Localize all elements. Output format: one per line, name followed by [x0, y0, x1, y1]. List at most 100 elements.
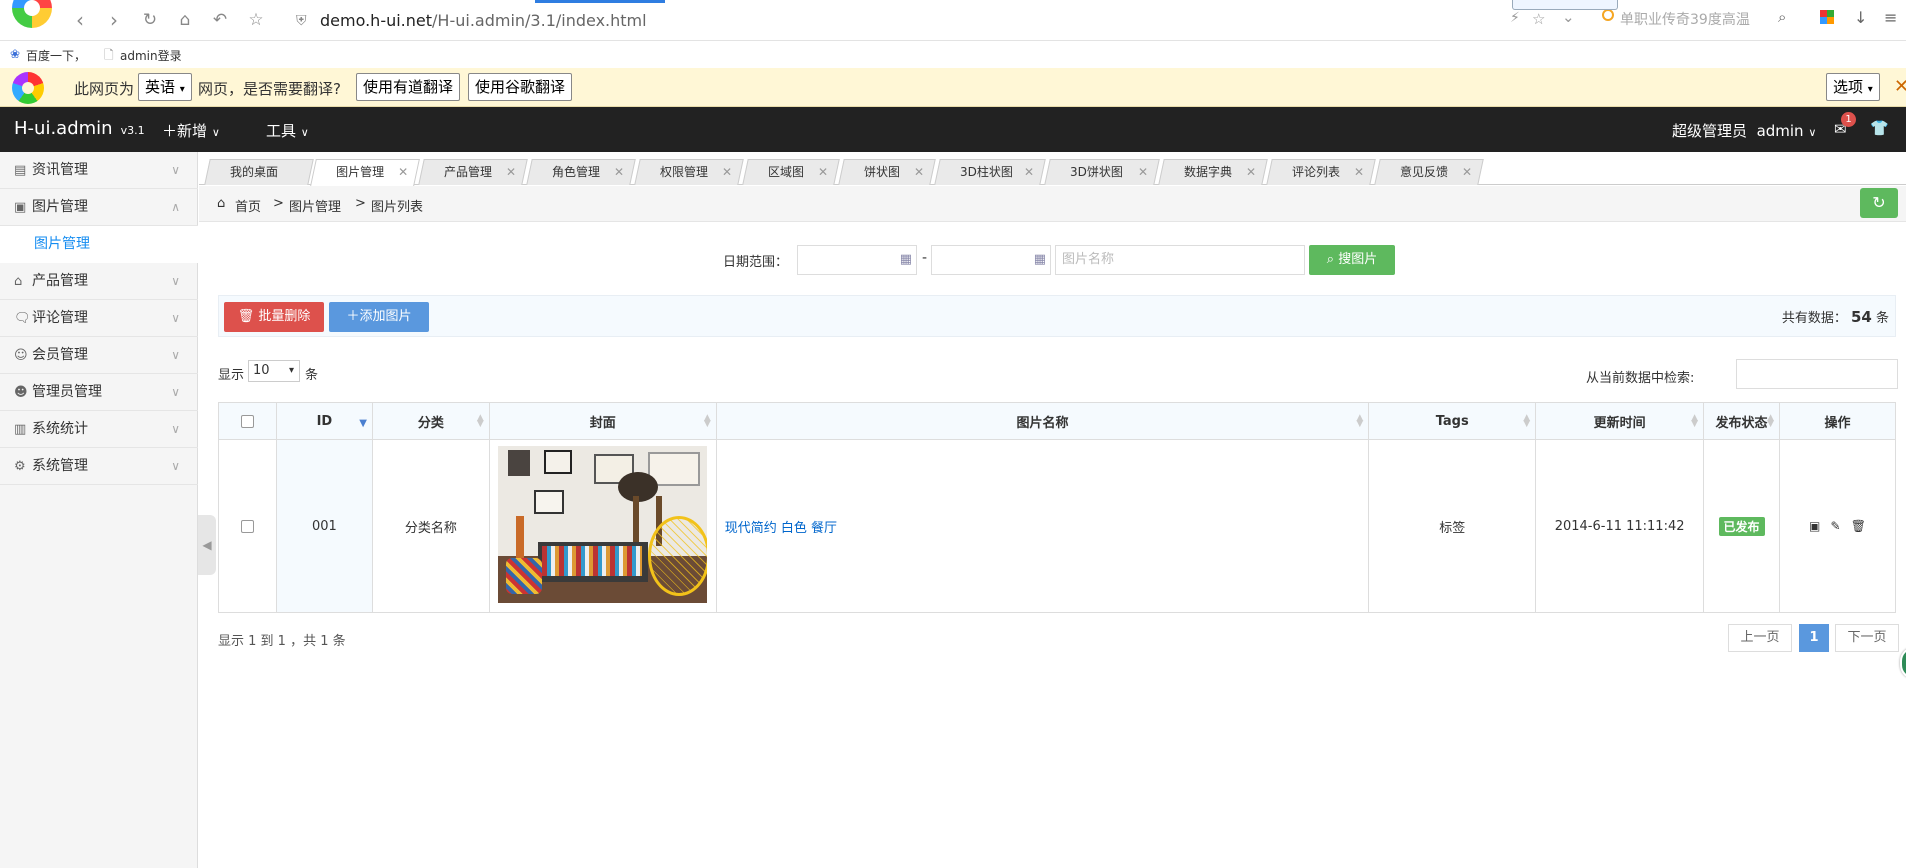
image-name-input[interactable]: 图片名称: [1055, 245, 1305, 275]
address-bar[interactable]: ⛨ demo.h-ui.net/H-ui.admin/3.1/index.htm…: [286, 8, 1506, 34]
col-status[interactable]: 发布状态 ▲ ▼: [1703, 402, 1781, 440]
breadcrumb: ⌂ 首页 > 图片管理 > 图片列表 ↻: [199, 186, 1906, 222]
reload-icon[interactable]: ↻: [138, 8, 162, 32]
image-name-link[interactable]: 现代简约 白色 餐厅: [725, 521, 837, 536]
filter-label: 从当前数据中检索:: [1586, 371, 1695, 386]
close-tab-icon[interactable]: ✕: [1462, 160, 1472, 184]
sidebar-item-members[interactable]: ☺ 会员管理 ∨: [0, 337, 198, 374]
close-tab-icon[interactable]: ✕: [1354, 160, 1364, 184]
breadcrumb-section[interactable]: 图片管理: [289, 196, 341, 215]
bookmark-baidu[interactable]: 百度一下，: [26, 47, 86, 64]
sidebar-item-system[interactable]: ⚙ 系统管理 ∨: [0, 448, 198, 485]
add-menu[interactable]: ＋新增 ∨: [162, 120, 220, 141]
undo-icon[interactable]: ↶: [208, 8, 232, 32]
close-tab-icon[interactable]: ✕: [1246, 160, 1256, 184]
search-hint[interactable]: 单职业传奇39度高温: [1620, 9, 1750, 29]
tab-image-manage[interactable]: 图片管理 ✕: [310, 159, 420, 186]
close-translate-icon[interactable]: ✕: [1894, 76, 1906, 97]
edit-pencil-icon[interactable]: ✎: [1831, 519, 1841, 533]
sidebar-item-stats[interactable]: ▥ 系统统计 ∨: [0, 411, 198, 448]
total-count: 共有数据： 54 条: [1781, 308, 1889, 326]
calendar-icon[interactable]: ▦: [1034, 246, 1046, 274]
close-tab-icon[interactable]: ✕: [914, 160, 924, 184]
filter-input[interactable]: [1736, 359, 1898, 389]
tab-area-chart[interactable]: 区域图 ✕: [742, 159, 840, 185]
batch-delete-button[interactable]: 🗑 批量删除: [224, 302, 324, 332]
refresh-button[interactable]: ↻: [1860, 188, 1898, 218]
tab-role-manage[interactable]: 角色管理 ✕: [526, 159, 636, 185]
tools-menu[interactable]: 工具 ∨: [266, 120, 309, 141]
translate-bar: 此网页为 英语 ▾ 网页，是否需要翻译? 使用有道翻译 使用谷歌翻译 选项 ▾ …: [0, 68, 1906, 107]
table-header-row: ID ▼ 分类 ▲ ▼ 封面 ▲ ▼ 图片名称 ▲ ▼ Tags ▲ ▼ 更新时间 ▲ ▼ 发布状态 ▲…: [218, 402, 1896, 440]
date-end-input[interactable]: ▦: [931, 245, 1051, 275]
close-tab-icon[interactable]: ✕: [1024, 160, 1034, 184]
cover-image[interactable]: [498, 445, 708, 603]
date-start-input[interactable]: ▦: [797, 245, 917, 275]
sidebar-item-products[interactable]: ⌂ 产品管理 ∨: [0, 263, 198, 300]
dropdown-chevron-icon[interactable]: ⌄: [1562, 8, 1575, 26]
action-toolbar: 🗑 批量删除 ＋添加图片 共有数据： 54 条: [218, 295, 1896, 337]
floating-widget[interactable]: [1900, 647, 1906, 679]
close-tab-icon[interactable]: ✕: [614, 160, 624, 184]
tab-comment-list[interactable]: 评论列表 ✕: [1266, 159, 1376, 185]
close-tab-icon[interactable]: ✕: [398, 160, 408, 184]
calendar-icon[interactable]: ▦: [900, 246, 912, 274]
apps-icon[interactable]: [1820, 10, 1834, 24]
close-tab-icon[interactable]: ✕: [818, 160, 828, 184]
delete-trash-icon[interactable]: 🗑: [1851, 519, 1866, 533]
tab-permission-manage[interactable]: 权限管理 ✕: [634, 159, 744, 185]
tab-desktop[interactable]: 我的桌面: [204, 159, 314, 185]
sidebar-collapse-handle[interactable]: ◀: [198, 515, 216, 575]
close-tab-icon[interactable]: ✕: [722, 160, 732, 184]
bookmark-admin-login[interactable]: admin登录: [120, 47, 182, 64]
page-size-select[interactable]: 10 ▾: [248, 360, 300, 382]
google-translate-button[interactable]: 使用谷歌翻译: [468, 73, 573, 101]
tab-feedback[interactable]: 意见反馈 ✕: [1374, 159, 1484, 185]
col-image-name[interactable]: 图片名称 ▲ ▼: [715, 402, 1370, 440]
col-tags[interactable]: Tags ▲ ▼: [1368, 402, 1537, 440]
close-tab-icon[interactable]: ✕: [1138, 160, 1148, 184]
favorite-star-icon[interactable]: ☆: [244, 8, 268, 32]
skin-shirt-icon[interactable]: 👕: [1870, 119, 1889, 137]
search-images-button[interactable]: ⌕ 搜图片: [1309, 245, 1395, 275]
col-id[interactable]: ID ▼: [275, 402, 373, 440]
current-page-button[interactable]: 1: [1799, 624, 1829, 652]
language-select[interactable]: 英语 ▾: [138, 73, 192, 101]
tab-product-manage[interactable]: 产品管理 ✕: [418, 159, 528, 185]
tab-pie-chart[interactable]: 饼状图 ✕: [838, 159, 936, 185]
toggle-publish-icon[interactable]: ▣: [1809, 519, 1820, 533]
browser-menu-icon[interactable]: ≡: [1884, 8, 1897, 27]
prev-page-button[interactable]: 上一页: [1728, 624, 1792, 652]
tab-data-dictionary[interactable]: 数据字典 ✕: [1158, 159, 1268, 185]
brand[interactable]: H-ui.admin v3.1: [14, 118, 145, 139]
youdao-translate-button[interactable]: 使用有道翻译: [356, 73, 461, 101]
settings-icon: ⚙: [14, 459, 26, 474]
options-select[interactable]: 选项 ▾: [1826, 73, 1880, 101]
sidebar-item-images[interactable]: ▣ 图片管理 ∧: [0, 189, 198, 226]
bookmark-star-icon[interactable]: ☆: [1532, 10, 1545, 28]
back-icon[interactable]: ‹: [68, 8, 92, 32]
row-checkbox[interactable]: [240, 519, 254, 533]
add-image-button[interactable]: ＋添加图片: [329, 302, 429, 332]
col-updated[interactable]: 更新时间 ▲ ▼: [1535, 402, 1705, 440]
breadcrumb-home[interactable]: 首页: [235, 196, 261, 215]
download-icon[interactable]: ↓: [1854, 8, 1867, 27]
select-all-checkbox[interactable]: [240, 414, 254, 428]
forward-icon[interactable]: ›: [102, 8, 126, 32]
lightning-icon[interactable]: ⚡: [1510, 10, 1520, 26]
col-category[interactable]: 分类 ▲ ▼: [371, 402, 490, 440]
tab-3d-bar-chart[interactable]: 3D柱状图 ✕: [934, 159, 1046, 185]
search-icon[interactable]: ⌕: [1778, 8, 1786, 26]
plus-icon: ＋: [346, 309, 360, 324]
user-menu[interactable]: 超级管理员 admin ∨: [1672, 120, 1816, 141]
home-icon[interactable]: ⌂: [173, 8, 197, 32]
tab-3d-pie-chart[interactable]: 3D饼状图 ✕: [1044, 159, 1160, 185]
col-cover[interactable]: 封面 ▲ ▼: [488, 402, 717, 440]
close-tab-icon[interactable]: ✕: [506, 160, 516, 184]
sidebar-subitem-image-manage[interactable]: 图片管理: [0, 226, 198, 263]
sidebar-item-comments[interactable]: 🗨 评论管理 ∨: [0, 300, 198, 337]
col-actions: 操作: [1779, 402, 1896, 440]
sidebar-item-news[interactable]: ▤ 资讯管理 ∨: [0, 152, 198, 189]
sidebar-item-admins[interactable]: ☻ 管理员管理 ∨: [0, 374, 198, 411]
next-page-button[interactable]: 下一页: [1835, 624, 1899, 652]
